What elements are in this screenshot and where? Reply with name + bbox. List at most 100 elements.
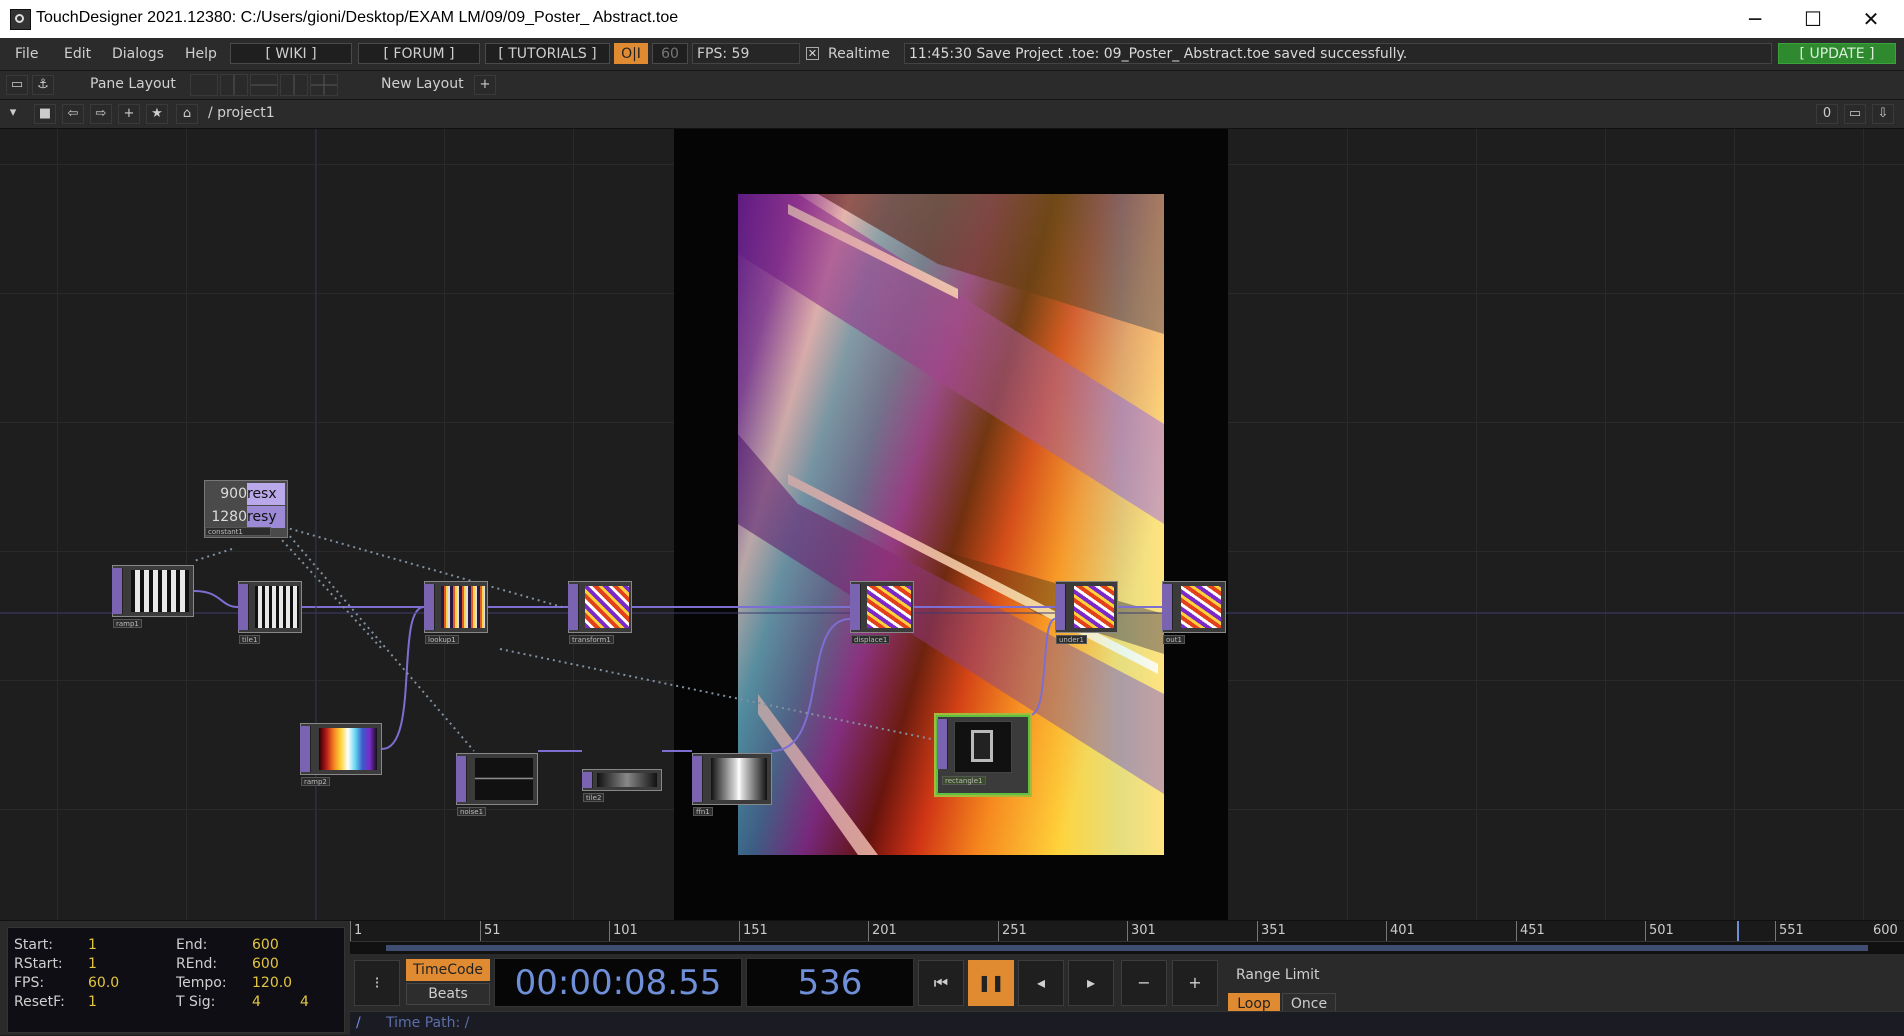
- input-connector[interactable]: [692, 756, 703, 802]
- ruler-tick: 1: [350, 921, 362, 941]
- ffn1-node[interactable]: ffn1: [692, 753, 772, 816]
- menu-help[interactable]: Help: [185, 46, 217, 62]
- update-button[interactable]: [ UPDATE ]: [1778, 43, 1896, 64]
- timeline-options-button[interactable]: ⁝: [354, 960, 400, 1006]
- node-label: lookup1: [425, 635, 459, 644]
- displace1-node[interactable]: displace1: [850, 581, 914, 644]
- time-path-bar: / Time Path: /: [350, 1011, 1904, 1036]
- forum-button[interactable]: [ FORUM ]: [358, 43, 480, 64]
- constant-value-resx: 900: [220, 486, 247, 502]
- tsig-denominator[interactable]: 4: [300, 994, 309, 1010]
- tile2-node[interactable]: tile2: [582, 769, 662, 802]
- rewind-icon[interactable]: ⏮: [918, 960, 964, 1006]
- pin-icon[interactable]: ⇩: [1872, 104, 1894, 124]
- stop-icon[interactable]: ■: [34, 104, 56, 124]
- time-path-root[interactable]: /: [356, 1015, 361, 1031]
- step-back-icon[interactable]: ◂: [1018, 960, 1064, 1006]
- node-label: displace1: [851, 635, 891, 644]
- pause-icon[interactable]: ❚❚: [968, 960, 1014, 1006]
- menu-edit[interactable]: Edit: [64, 46, 91, 62]
- touchdesigner-app-icon: [10, 9, 31, 30]
- timecode-toggle[interactable]: TimeCode: [406, 959, 490, 981]
- network-editor[interactable]: 900 resx 1280 resy constant1 ramp1 tile1…: [0, 129, 1904, 920]
- input-connector[interactable]: [112, 568, 123, 614]
- ruler-tick: 551: [1775, 921, 1804, 941]
- maximize-button[interactable]: ☐: [1784, 0, 1842, 38]
- start-label: Start:: [14, 937, 53, 953]
- chevron-down-icon[interactable]: ▾: [2, 104, 24, 124]
- close-button[interactable]: ✕: [1842, 0, 1900, 38]
- home-icon[interactable]: ⌂: [176, 104, 198, 124]
- input-connector[interactable]: [568, 584, 579, 630]
- add-icon[interactable]: +: [118, 104, 140, 124]
- displace1-thumbnail: [867, 586, 911, 628]
- star-icon[interactable]: ★: [146, 104, 168, 124]
- resetf-value[interactable]: 1: [88, 994, 97, 1010]
- minus-icon[interactable]: −: [1121, 960, 1167, 1006]
- tutorials-button[interactable]: [ TUTORIALS ]: [485, 43, 610, 64]
- input-connector[interactable]: [424, 584, 435, 630]
- out1-node[interactable]: out1: [1162, 581, 1226, 644]
- plus-icon[interactable]: +: [1172, 960, 1218, 1006]
- tile1-thumbnail: [255, 586, 299, 628]
- maximize-pane-icon[interactable]: ▭: [1844, 104, 1866, 124]
- layout-single-icon[interactable]: [190, 74, 218, 96]
- ruler-tick: 501: [1645, 921, 1674, 941]
- input-connector[interactable]: [1055, 584, 1066, 630]
- menu-dialogs[interactable]: Dialogs: [112, 46, 164, 62]
- beats-toggle[interactable]: Beats: [406, 983, 490, 1005]
- realtime-checkbox[interactable]: ✕: [806, 47, 819, 60]
- layout-split-vertical-icon[interactable]: [220, 74, 248, 96]
- fps-label: FPS:: [14, 975, 45, 991]
- tsig-numerator[interactable]: 4: [252, 994, 261, 1010]
- network-view-icon[interactable]: ▭: [6, 75, 28, 95]
- perform-mode-toggle[interactable]: O|I: [614, 43, 648, 64]
- rectangle1-node[interactable]: rectangle1: [936, 715, 1030, 795]
- constant1-node[interactable]: 900 resx 1280 resy constant1: [204, 480, 288, 538]
- menu-file[interactable]: File: [15, 46, 38, 62]
- counter-field[interactable]: 0: [1816, 104, 1838, 124]
- ramp2-thumbnail: [319, 728, 377, 770]
- back-icon[interactable]: ⇦: [62, 104, 84, 124]
- input-connector[interactable]: [238, 584, 249, 630]
- input-connector[interactable]: [850, 584, 861, 630]
- input-connector[interactable]: [937, 719, 948, 769]
- layout-split-horizontal-icon[interactable]: [250, 74, 278, 96]
- rstart-value[interactable]: 1: [88, 956, 97, 972]
- ramp1-node[interactable]: ramp1: [112, 565, 194, 628]
- start-value[interactable]: 1: [88, 937, 97, 953]
- palette-icon[interactable]: ⚓: [32, 75, 54, 95]
- input-connector[interactable]: [582, 772, 593, 788]
- end-value[interactable]: 600: [252, 937, 279, 953]
- fps-value[interactable]: 60.0: [88, 975, 119, 991]
- layout-three-pane-icon[interactable]: [280, 74, 308, 96]
- playhead[interactable]: [1737, 921, 1739, 941]
- step-forward-icon[interactable]: ▸: [1068, 960, 1114, 1006]
- rend-value[interactable]: 600: [252, 956, 279, 972]
- ramp2-node[interactable]: ramp2: [300, 723, 382, 786]
- node-label: ramp2: [301, 777, 330, 786]
- layout-four-pane-icon[interactable]: [310, 74, 338, 96]
- input-connector[interactable]: [1162, 584, 1173, 630]
- fps-cap-field[interactable]: 60: [652, 43, 688, 64]
- rectangle1-thumbnail: [954, 721, 1012, 773]
- timeline-ruler[interactable]: 1 51 101 151 201 251 301 351 401 451 501…: [350, 921, 1904, 942]
- transform1-node[interactable]: transform1: [568, 581, 632, 644]
- ruler-tick: 151: [739, 921, 768, 941]
- input-connector[interactable]: [300, 726, 311, 772]
- tile1-node[interactable]: tile1: [238, 581, 302, 644]
- timecode-display[interactable]: 00:00:08.55: [494, 958, 742, 1007]
- tempo-value[interactable]: 120.0: [252, 975, 292, 991]
- ramp1-thumbnail: [131, 570, 189, 612]
- forward-icon[interactable]: ⇨: [90, 104, 112, 124]
- wiki-button[interactable]: [ WIKI ]: [230, 43, 352, 64]
- node-label: out1: [1163, 635, 1185, 644]
- lookup1-node[interactable]: lookup1: [424, 581, 488, 644]
- under1-node[interactable]: under1: [1055, 581, 1118, 644]
- frame-display[interactable]: 536: [746, 958, 914, 1007]
- input-connector[interactable]: [456, 756, 467, 802]
- noise1-node[interactable]: noise1: [456, 753, 538, 816]
- timeline-scrollbar[interactable]: [350, 942, 1904, 954]
- add-layout-button[interactable]: +: [474, 75, 496, 95]
- minimize-button[interactable]: ─: [1726, 0, 1784, 38]
